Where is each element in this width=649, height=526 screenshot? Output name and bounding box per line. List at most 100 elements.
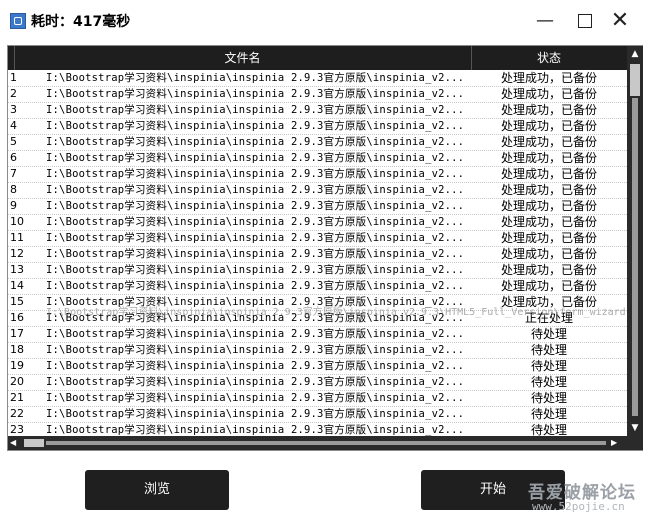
- row-number: 15: [10, 295, 24, 308]
- row-number: 21: [10, 391, 24, 404]
- table-row[interactable]: 7 I:\Bootstrap学习资料\inspinia\inspinia 2.9.…: [8, 166, 627, 182]
- scroll-left-icon[interactable]: ◀: [10, 436, 22, 450]
- file-path-cell[interactable]: I:\Bootstrap学习资料\inspinia\inspinia 2.9.3…: [46, 422, 466, 437]
- file-path-cell[interactable]: I:\Bootstrap学习资料\inspinia\inspinia 2.9.3…: [46, 278, 466, 294]
- row-number: 14: [10, 279, 24, 292]
- row-number: 11: [10, 231, 24, 244]
- scrollbar-corner: [627, 436, 643, 450]
- status-cell[interactable]: 待处理: [472, 326, 626, 342]
- table-row[interactable]: 12 I:\Bootstrap学习资料\inspinia\inspinia 2.9…: [8, 246, 627, 262]
- close-button[interactable]: ✕: [605, 8, 635, 34]
- status-cell[interactable]: 处理成功，已备份: [472, 182, 626, 198]
- row-number: 6: [10, 151, 17, 164]
- table-row[interactable]: 5 I:\Bootstrap学习资料\inspinia\inspinia 2.9.…: [8, 134, 627, 150]
- file-path-cell[interactable]: I:\Bootstrap学习资料\inspinia\inspinia 2.9.3…: [46, 102, 466, 118]
- row-number: 2: [10, 87, 17, 100]
- file-path-cell[interactable]: I:\Bootstrap学习资料\inspinia\inspinia 2.9.3…: [46, 390, 466, 406]
- status-cell[interactable]: 待处理: [472, 342, 626, 358]
- scroll-right-icon[interactable]: ▶: [611, 436, 623, 450]
- row-number: 7: [10, 167, 17, 180]
- vertical-scrollbar[interactable]: ▲ ▼: [627, 46, 643, 436]
- table-row[interactable]: 8 I:\Bootstrap学习资料\inspinia\inspinia 2.9.…: [8, 182, 627, 198]
- file-path-cell[interactable]: I:\Bootstrap学习资料\inspinia\inspinia 2.9.3…: [46, 166, 466, 182]
- status-cell[interactable]: 待处理: [472, 358, 626, 374]
- table-row[interactable]: 3 I:\Bootstrap学习资料\inspinia\inspinia 2.9.…: [8, 102, 627, 118]
- grid-rows: 1 I:\Bootstrap学习资料\inspinia\inspinia 2.9.…: [8, 70, 627, 437]
- status-cell[interactable]: 待处理: [472, 390, 626, 406]
- table-row[interactable]: 18 I:\Bootstrap学习资料\inspinia\inspinia 2.9…: [8, 342, 627, 358]
- column-header-filename[interactable]: 文件名: [14, 46, 472, 70]
- status-cell[interactable]: 处理成功，已备份: [472, 166, 626, 182]
- table-row[interactable]: 6 I:\Bootstrap学习资料\inspinia\inspinia 2.9.…: [8, 150, 627, 166]
- file-path-cell[interactable]: I:\Bootstrap学习资料\inspinia\inspinia 2.9.3…: [46, 358, 466, 374]
- row-number: 22: [10, 407, 24, 420]
- status-cell[interactable]: 处理成功，已备份: [472, 214, 626, 230]
- window-title: 耗时：417毫秒: [31, 14, 131, 30]
- row-number: 23: [10, 423, 24, 436]
- file-path-cell[interactable]: I:\Bootstrap学习资料\inspinia\inspinia 2.9.3…: [46, 182, 466, 198]
- table-row[interactable]: 17 I:\Bootstrap学习资料\inspinia\inspinia 2.9…: [8, 326, 627, 342]
- vertical-scroll-track[interactable]: [632, 98, 638, 416]
- status-cell[interactable]: 处理成功，已备份: [472, 102, 626, 118]
- status-cell[interactable]: 处理成功，已备份: [472, 198, 626, 214]
- row-number: 17: [10, 327, 24, 340]
- file-path-cell[interactable]: I:\Bootstrap学习资料\inspinia\inspinia 2.9.3…: [46, 214, 466, 230]
- status-cell[interactable]: 待处理: [472, 406, 626, 422]
- status-cell[interactable]: 处理成功，已备份: [472, 246, 626, 262]
- table-row[interactable]: 11 I:\Bootstrap学习资料\inspinia\inspinia 2.9…: [8, 230, 627, 246]
- row-number: 5: [10, 135, 17, 148]
- table-row[interactable]: 13 I:\Bootstrap学习资料\inspinia\inspinia 2.9…: [8, 262, 627, 278]
- title-bar: 耗时：417毫秒 — ✕: [0, 0, 649, 44]
- file-path-cell[interactable]: I:\Bootstrap学习资料\inspinia\inspinia 2.9.3…: [46, 118, 466, 134]
- status-cell[interactable]: 处理成功，已备份: [472, 278, 626, 294]
- vertical-scroll-thumb[interactable]: [630, 64, 640, 96]
- table-row[interactable]: 4 I:\Bootstrap学习资料\inspinia\inspinia 2.9.…: [8, 118, 627, 134]
- scroll-down-icon[interactable]: ▼: [627, 420, 643, 436]
- status-cell[interactable]: 待处理: [472, 374, 626, 390]
- maximize-icon: [578, 14, 592, 28]
- status-cell[interactable]: 处理成功，已备份: [472, 134, 626, 150]
- file-path-cell[interactable]: I:\Bootstrap学习资料\inspinia\inspinia 2.9.3…: [46, 342, 466, 358]
- row-number: 8: [10, 183, 17, 196]
- minimize-button[interactable]: —: [530, 8, 560, 34]
- horizontal-scroll-track[interactable]: [46, 441, 606, 445]
- file-path-cell[interactable]: I:\Bootstrap学习资料\inspinia\inspinia 2.9.3…: [46, 198, 466, 214]
- file-path-cell[interactable]: I:\Bootstrap学习资料\inspinia\inspinia 2.9.3…: [46, 230, 466, 246]
- file-grid[interactable]: 文件名 状态 1 I:\Bootstrap学习资料\inspinia\inspin…: [7, 45, 643, 451]
- file-path-cell[interactable]: I:\Bootstrap学习资料\inspinia\inspinia 2.9.3…: [46, 150, 466, 166]
- status-cell[interactable]: 待处理: [472, 422, 626, 437]
- file-path-cell[interactable]: I:\Bootstrap学习资料\inspinia\inspinia 2.9.3…: [46, 406, 466, 422]
- file-path-cell[interactable]: I:\Bootstrap学习资料\inspinia\inspinia 2.9.3…: [46, 262, 466, 278]
- table-row[interactable]: 1 I:\Bootstrap学习资料\inspinia\inspinia 2.9.…: [8, 70, 627, 86]
- status-cell[interactable]: 处理成功，已备份: [472, 262, 626, 278]
- file-path-cell[interactable]: I:\Bootstrap学习资料\inspinia\inspinia 2.9.3…: [46, 86, 466, 102]
- status-cell[interactable]: 处理成功，已备份: [472, 118, 626, 134]
- table-row[interactable]: 9 I:\Bootstrap学习资料\inspinia\inspinia 2.9.…: [8, 198, 627, 214]
- file-path-cell[interactable]: I:\Bootstrap学习资料\inspinia\inspinia 2.9.3…: [46, 374, 466, 390]
- file-path-cell[interactable]: I:\Bootstrap学习资料\inspinia\inspinia 2.9.3…: [46, 326, 466, 342]
- table-row[interactable]: 22 I:\Bootstrap学习资料\inspinia\inspinia 2.9…: [8, 406, 627, 422]
- status-cell[interactable]: 处理成功，已备份: [472, 150, 626, 166]
- table-row[interactable]: 2 I:\Bootstrap学习资料\inspinia\inspinia 2.9.…: [8, 86, 627, 102]
- status-cell[interactable]: 处理成功，已备份: [472, 70, 626, 86]
- table-row[interactable]: 14 I:\Bootstrap学习资料\inspinia\inspinia 2.9…: [8, 278, 627, 294]
- row-number: 9: [10, 199, 17, 212]
- status-cell[interactable]: 处理成功，已备份: [472, 86, 626, 102]
- status-cell[interactable]: 处理成功，已备份: [472, 230, 626, 246]
- file-path-cell[interactable]: I:\Bootstrap学习资料\inspinia\inspinia 2.9.3…: [46, 246, 466, 262]
- horizontal-scrollbar[interactable]: ◀ ▶: [8, 436, 627, 450]
- file-path-cell[interactable]: I:\Bootstrap学习资料\inspinia\inspinia 2.9.3…: [46, 134, 466, 150]
- maximize-button[interactable]: [570, 8, 600, 34]
- path-tooltip: I:\Bootstrap学习资料\inspinia\inspinia 2.9.3…: [46, 307, 626, 318]
- file-path-cell[interactable]: I:\Bootstrap学习资料\inspinia\inspinia 2.9.3…: [46, 70, 466, 86]
- table-row[interactable]: 21 I:\Bootstrap学习资料\inspinia\inspinia 2.9…: [8, 390, 627, 406]
- scroll-up-icon[interactable]: ▲: [627, 46, 643, 62]
- browse-button[interactable]: 浏览: [85, 470, 229, 510]
- table-row[interactable]: 10 I:\Bootstrap学习资料\inspinia\inspinia 2.9…: [8, 214, 627, 230]
- column-header-status[interactable]: 状态: [472, 46, 626, 70]
- horizontal-scroll-thumb[interactable]: [24, 439, 44, 447]
- table-row[interactable]: 23 I:\Bootstrap学习资料\inspinia\inspinia 2.9…: [8, 422, 627, 437]
- table-row[interactable]: 19 I:\Bootstrap学习资料\inspinia\inspinia 2.9…: [8, 358, 627, 374]
- table-row[interactable]: 20 I:\Bootstrap学习资料\inspinia\inspinia 2.9…: [8, 374, 627, 390]
- row-number: 16: [10, 311, 24, 324]
